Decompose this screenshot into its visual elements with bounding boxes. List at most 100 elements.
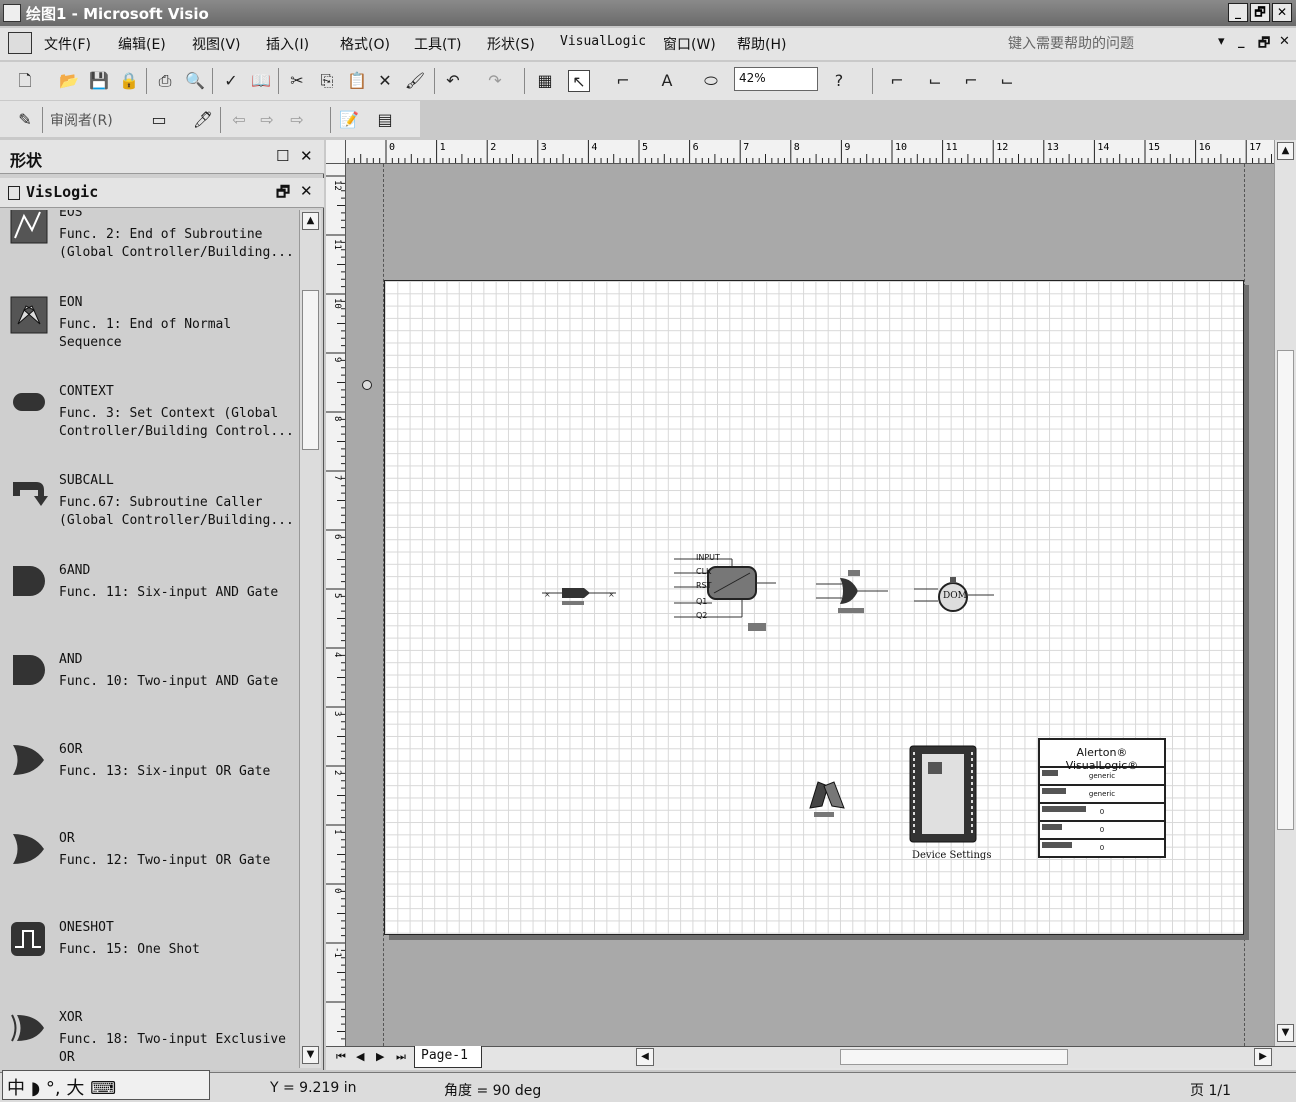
dom-label: DOM: [943, 591, 967, 601]
mdi-close-button[interactable]: ✕: [1279, 34, 1290, 49]
mdi-minimize-button[interactable]: _: [1238, 34, 1245, 49]
print-preview-icon[interactable]: 🔍: [184, 70, 206, 92]
first-page-icon[interactable]: ⏮: [336, 1050, 346, 1064]
checkered-flags-shape[interactable]: [804, 776, 850, 820]
help-search-input[interactable]: 键入需要帮助的问题: [1008, 33, 1218, 53]
device-settings-label: Device Settings: [912, 850, 992, 861]
connector-style-3-icon[interactable]: ⌐: [960, 70, 982, 92]
stencil-item-subcall[interactable]: SUBCALL Func.67: Subroutine Caller (Glob…: [0, 470, 298, 560]
last-page-icon[interactable]: ⏭: [396, 1050, 406, 1064]
stencil-icon: [8, 186, 20, 200]
mdi-restore-button[interactable]: 🗗: [1258, 34, 1270, 56]
vertical-scroll-thumb[interactable]: [1277, 350, 1294, 830]
document-icon[interactable]: [8, 32, 32, 54]
stencil-item-context[interactable]: CONTEXT Func. 3: Set Context (Global Con…: [0, 381, 298, 471]
markup-list-icon[interactable]: ▤: [374, 109, 396, 131]
panel-close-icon[interactable]: ✕: [300, 147, 313, 165]
stencil-item-or[interactable]: OR Func. 12: Two-input OR Gate: [0, 828, 298, 918]
menu-insert[interactable]: 插入(I): [266, 34, 309, 54]
redo-icon[interactable]: ↷: [484, 70, 506, 92]
horizontal-scrollbar[interactable]: ◀ ▶: [634, 1047, 1274, 1068]
input-arrow-shape[interactable]: × ×: [540, 583, 620, 609]
scroll-left-icon[interactable]: ◀: [636, 1048, 654, 1066]
copy-icon[interactable]: ⎘: [316, 70, 338, 92]
menu-help[interactable]: 帮助(H): [737, 34, 786, 54]
menu-shape[interactable]: 形状(S): [487, 34, 535, 54]
scroll-up-icon[interactable]: ▲: [1277, 142, 1294, 160]
format-painter-icon[interactable]: 🖌: [404, 70, 426, 92]
minimize-button[interactable]: _: [1228, 3, 1248, 22]
previous-page-icon[interactable]: ◀: [356, 1050, 364, 1063]
close-button[interactable]: ✕: [1272, 3, 1292, 22]
stamp-tool-icon[interactable]: ⬭: [700, 70, 722, 92]
menu-window[interactable]: 窗口(W): [663, 34, 716, 54]
stencil-item-6and[interactable]: 6AND Func. 11: Six-input AND Gate: [0, 560, 298, 650]
stencil-item-6or[interactable]: 6OR Func. 13: Six-input OR Gate: [0, 739, 298, 829]
print-icon[interactable]: ⎙: [154, 70, 176, 92]
menu-tools[interactable]: 工具(T): [414, 34, 461, 54]
scroll-down-icon[interactable]: ▼: [302, 1046, 319, 1064]
undo-icon[interactable]: ↶: [442, 70, 464, 92]
previous-markup-icon[interactable]: ⇦: [228, 109, 250, 131]
restore-button[interactable]: 🗗: [1250, 3, 1270, 22]
accept-markup-icon[interactable]: ⇨: [286, 109, 308, 131]
logic-gate-shape[interactable]: [814, 568, 890, 614]
scroll-up-icon[interactable]: ▲: [302, 212, 319, 230]
paste-icon[interactable]: 📋: [346, 70, 368, 92]
panel-maximize-icon[interactable]: ☐: [276, 147, 289, 165]
ruler-label: 3: [332, 711, 342, 716]
new-icon[interactable]: 🗋: [14, 70, 36, 92]
comment-icon[interactable]: ▭: [148, 109, 170, 131]
zoom-select[interactable]: 42%: [734, 67, 818, 91]
stencil-restore-icon[interactable]: 🗗: [276, 182, 290, 207]
mdi-dropdown-button[interactable]: ▾: [1218, 34, 1225, 49]
open-icon[interactable]: 📂: [58, 70, 80, 92]
research-icon[interactable]: 📖: [250, 70, 272, 92]
track-markup-icon[interactable]: ✎: [14, 109, 36, 131]
spelling-icon[interactable]: ✓: [220, 70, 242, 92]
cut-icon[interactable]: ✂: [286, 70, 308, 92]
device-settings-shape[interactable]: Device Settings: [906, 744, 991, 864]
reviewer-dropdown[interactable]: 审阅者(R): [50, 110, 113, 130]
menu-file[interactable]: 文件(F): [44, 34, 91, 54]
rotation-pin[interactable]: [362, 380, 372, 390]
stencil-close-icon[interactable]: ✕: [300, 182, 313, 200]
connector-style-4-icon[interactable]: ⌙: [996, 70, 1018, 92]
alerton-settings-table[interactable]: Alerton® VisualLogic® generic generic 0 …: [1038, 738, 1166, 858]
pointer-tool-icon[interactable]: ↖: [568, 70, 590, 92]
scroll-down-icon[interactable]: ▼: [1277, 1024, 1294, 1042]
dom-shape[interactable]: DOM: [912, 573, 996, 619]
menu-format[interactable]: 格式(O): [340, 34, 390, 54]
stencil-item-eos[interactable]: EOS Func. 2: End of Subroutine (Global C…: [0, 210, 298, 292]
ime-toolbar[interactable]: 中 ◗ °, 大 ⌨: [2, 1070, 210, 1100]
delete-icon[interactable]: ✕: [374, 70, 396, 92]
next-markup-icon[interactable]: ⇨: [256, 109, 278, 131]
help-icon[interactable]: ?: [828, 70, 850, 92]
function-block-shape[interactable]: INPUT CLK RST Q1 Q2: [672, 553, 782, 633]
stencil-scroll-thumb[interactable]: [302, 290, 319, 450]
horizontal-scroll-thumb[interactable]: [840, 1049, 1068, 1065]
ink-icon[interactable]: 🖊: [192, 109, 214, 131]
menu-edit[interactable]: 编辑(E): [118, 34, 166, 54]
stencil-item-and[interactable]: AND Func. 10: Two-input AND Gate: [0, 649, 298, 739]
next-page-icon[interactable]: ▶: [376, 1050, 384, 1063]
text-tool-icon[interactable]: A: [656, 70, 678, 92]
checkered-flags-icon: [10, 296, 48, 334]
reviewing-pane-icon[interactable]: 📝: [338, 109, 360, 131]
connector-style-2-icon[interactable]: ⌙: [924, 70, 946, 92]
vertical-scrollbar[interactable]: ▲ ▼: [1274, 140, 1296, 1046]
tab-page-1[interactable]: Page-1: [414, 1046, 482, 1068]
permission-icon[interactable]: 🔒: [118, 70, 140, 92]
save-icon[interactable]: 💾: [88, 70, 110, 92]
stencil-item-xor[interactable]: XOR Func. 18: Two-input Exclusive OR: [0, 1007, 298, 1068]
connector-tool-icon[interactable]: ⌐: [612, 70, 634, 92]
stencil-item-oneshot[interactable]: ONESHOT Func. 15: One Shot: [0, 917, 298, 1007]
shapes-window-icon[interactable]: ▦: [534, 70, 556, 92]
visio-app-icon[interactable]: [3, 4, 21, 22]
stencil-item-eon[interactable]: EON Func. 1: End of Normal Sequence: [0, 292, 298, 382]
connector-style-1-icon[interactable]: ⌐: [886, 70, 908, 92]
menu-view[interactable]: 视图(V): [192, 34, 241, 54]
scroll-right-icon[interactable]: ▶: [1254, 1048, 1272, 1066]
menu-visuallogic[interactable]: VisualLogic: [560, 34, 646, 49]
stencil-scrollbar[interactable]: ▲ ▼: [299, 210, 321, 1068]
